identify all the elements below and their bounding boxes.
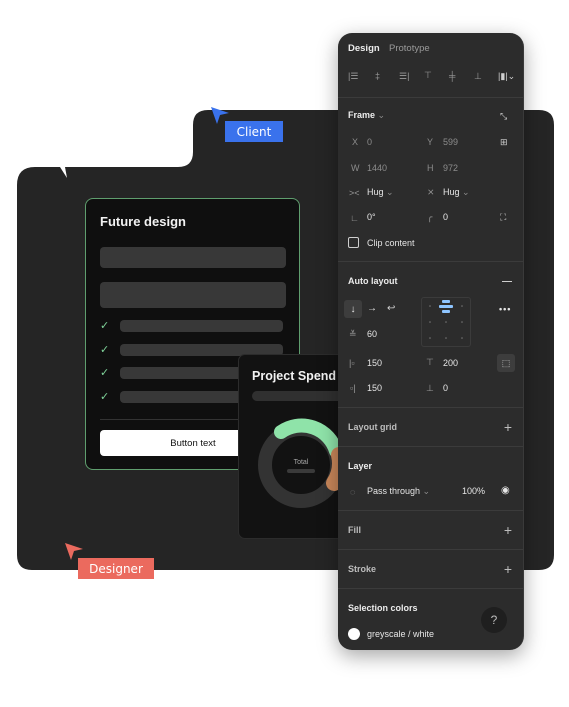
stroke-title: Stroke (348, 564, 377, 574)
distribute-icon[interactable]: |▮|⌄ (498, 71, 515, 81)
vertical-resizing-icon: ⨯ (427, 187, 435, 197)
checklist-item: ✓ (100, 319, 286, 333)
alignment-grid[interactable] (421, 297, 471, 347)
checklist-bar (120, 320, 283, 332)
padding-top-input[interactable]: 200 (443, 358, 458, 368)
color-swatch[interactable] (348, 628, 360, 640)
align-left-icon[interactable]: |☰ (348, 71, 358, 81)
rotation-icon: ∟ (350, 213, 359, 223)
tab-design[interactable]: Design (348, 43, 380, 54)
chevron-down-icon: ⌄ (375, 110, 386, 120)
input-placeholder (100, 247, 286, 268)
padding-right-input[interactable]: 150 (367, 383, 382, 393)
y-label: Y (427, 137, 434, 147)
auto-layout-title: Auto layout (348, 276, 398, 286)
padding-bottom-icon: ⊥ (426, 383, 434, 393)
x-input[interactable]: 0 (367, 137, 372, 147)
horizontal-resizing-icon: >< (349, 188, 360, 198)
individual-padding-icon[interactable]: ⬚ (497, 354, 515, 372)
y-input[interactable]: 599 (443, 137, 458, 147)
blend-mode-dropdown[interactable]: Pass through ⌄ (367, 486, 430, 497)
constraints-icon[interactable]: ⊞ (500, 137, 508, 147)
w-label: W (351, 163, 360, 173)
clip-content-checkbox[interactable] (348, 237, 359, 248)
h-label: H (427, 163, 434, 173)
layer-section: Layer ◌ Pass through ⌄ 100% ◉ (338, 446, 523, 510)
vsize-value: Hug (443, 187, 460, 197)
check-icon: ✓ (100, 344, 110, 356)
layer-opacity-input[interactable]: 100% (462, 486, 485, 496)
corner-radius-input[interactable]: 0 (443, 212, 448, 222)
fill-title: Fill (348, 525, 361, 535)
padding-bottom-input[interactable]: 0 (443, 383, 448, 393)
donut-center-label: Total (294, 459, 309, 466)
chevron-down-icon: ⌄ (459, 187, 470, 197)
chevron-down-icon: ⌄ (420, 486, 431, 496)
tab-prototype[interactable]: Prototype (389, 43, 430, 54)
fill-section: Fill + (338, 510, 523, 549)
project-spend-card: Project Spend Total (238, 354, 348, 539)
alignment-grid-dots (429, 300, 463, 339)
check-icon: ✓ (100, 320, 110, 332)
frame-title-label: Frame (348, 110, 376, 120)
remove-auto-layout-icon[interactable] (502, 281, 512, 282)
layer-title: Layer (348, 461, 373, 471)
blend-mode-value: Pass through (367, 486, 421, 496)
h-input[interactable]: 972 (443, 163, 458, 173)
align-top-icon[interactable]: ⊤ (424, 70, 432, 80)
check-icon: ✓ (100, 391, 110, 403)
padding-right-icon: ▫| (350, 383, 356, 393)
x-label: X (352, 137, 359, 147)
client-cursor-label: Client (225, 121, 283, 142)
stroke-section: Stroke + (338, 549, 523, 588)
independent-corners-icon[interactable]: ⛶ (500, 212, 506, 222)
clip-content-label: Clip content (367, 238, 415, 248)
align-bottom-icon[interactable]: ⊥ (474, 71, 482, 81)
frame-section: Frame ⌄ ⤡ X 0 Y 599 ⊞ W 1440 H 972 >< Hu… (338, 97, 523, 261)
item-spacing-input[interactable]: 60 (367, 329, 377, 339)
rotation-input[interactable]: 0° (367, 212, 376, 222)
wrap-icon[interactable]: ↩ (387, 304, 395, 314)
add-fill-icon[interactable]: + (504, 523, 512, 537)
input-placeholder (100, 282, 286, 308)
card-title: Future design (100, 214, 186, 229)
frame-title[interactable]: Frame ⌄ (348, 110, 385, 121)
layout-grid-section: Layout grid + (338, 407, 523, 446)
chevron-down-icon: ⌄ (383, 187, 394, 197)
padding-top-icon: ⊤ (426, 357, 434, 367)
help-button[interactable]: ? (481, 607, 507, 633)
padding-left-input[interactable]: 150 (367, 358, 382, 368)
design-panel: Design Prototype |☰ ‡ ☰| ⊤ ╪ ⊥ |▮|⌄ Fram… (338, 33, 524, 650)
add-stroke-icon[interactable]: + (504, 562, 512, 576)
add-layout-grid-icon[interactable]: + (504, 420, 512, 434)
eye-icon[interactable]: ◉ (501, 486, 510, 496)
hsize-value: Hug (367, 187, 384, 197)
item-spacing-icon: ≚ (349, 329, 357, 339)
layout-grid-title: Layout grid (348, 422, 397, 432)
selection-colors-title: Selection colors (348, 603, 418, 613)
selection-color-name: greyscale / white (367, 629, 435, 639)
align-right-icon[interactable]: ☰| (399, 71, 409, 81)
donut-center-value-placeholder (287, 469, 315, 473)
align-vertical-center-icon[interactable]: ╪ (449, 71, 455, 81)
w-input[interactable]: 1440 (367, 163, 387, 173)
vertical-resizing-dropdown[interactable]: Hug ⌄ (443, 187, 470, 198)
auto-layout-section: Auto layout ↓ → ↩ ••• ≚ 60 |▫ 150 ⊤ 200 … (338, 261, 523, 407)
padding-left-icon: |▫ (349, 358, 355, 368)
resize-to-fit-icon[interactable]: ⤡ (500, 111, 507, 121)
align-horizontal-center-icon[interactable]: ‡ (375, 71, 380, 81)
more-options-icon[interactable]: ••• (499, 304, 511, 314)
horizontal-resizing-dropdown[interactable]: Hug ⌄ (367, 187, 394, 198)
donut-chart: Total (258, 418, 347, 508)
corner-radius-icon: ╭ (427, 212, 433, 222)
direction-vertical-icon[interactable]: ↓ (344, 300, 362, 318)
direction-horizontal-icon[interactable]: → (367, 304, 377, 314)
designer-cursor-label: Designer (78, 558, 154, 579)
check-icon: ✓ (100, 367, 110, 379)
blend-mode-icon: ◌ (350, 487, 356, 497)
